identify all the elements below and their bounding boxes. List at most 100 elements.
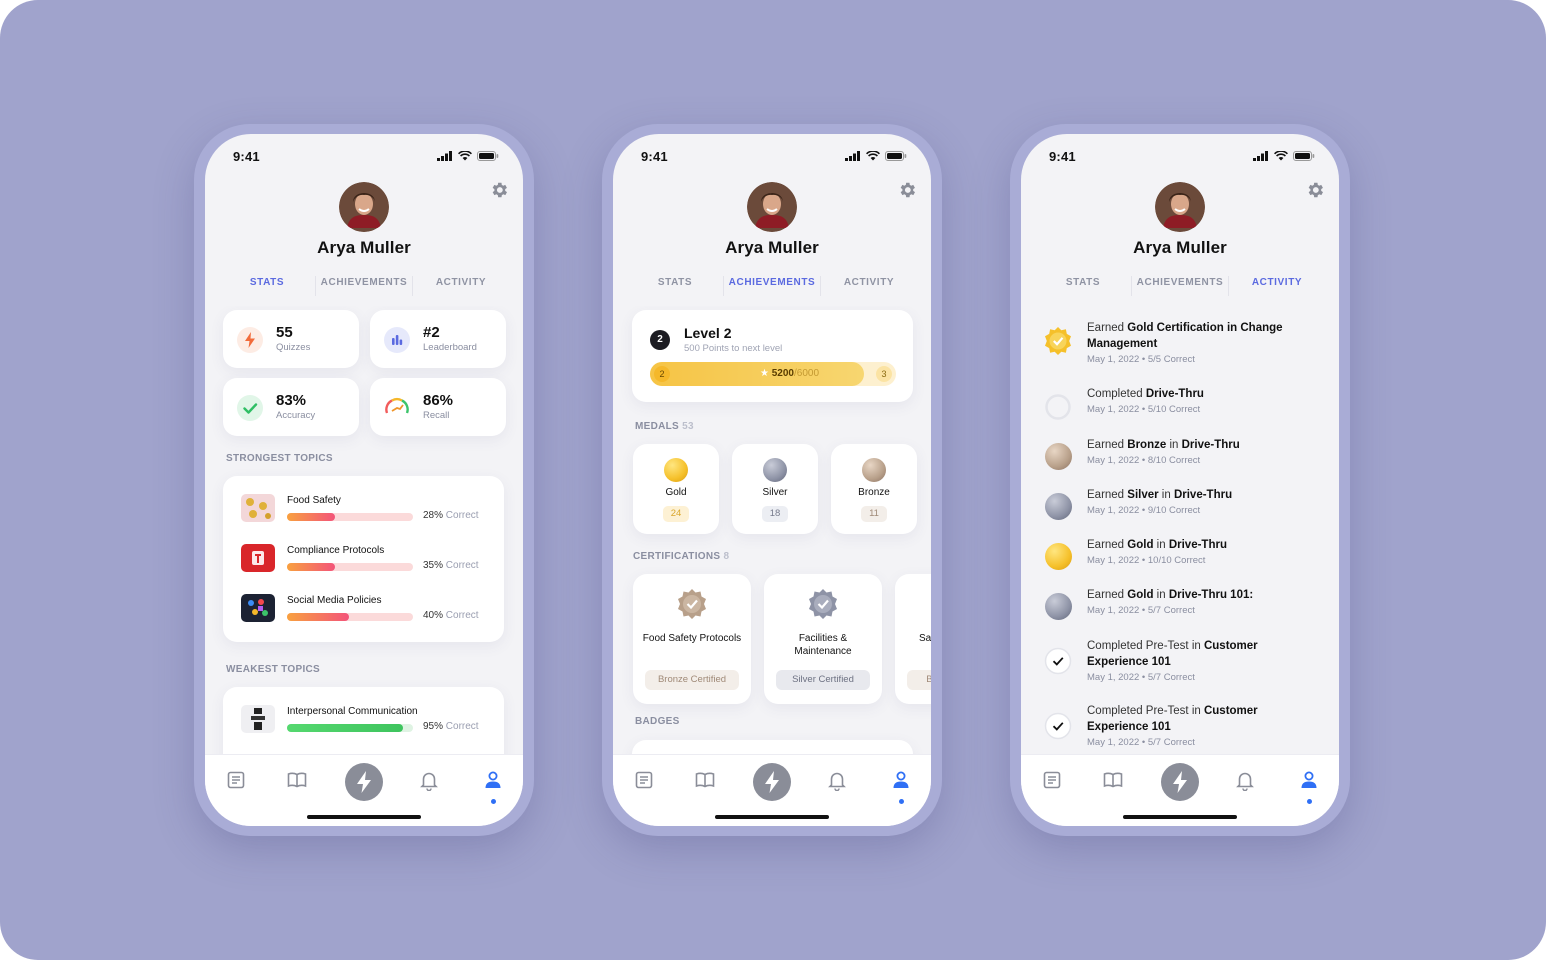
cert-card[interactable]: Food Safety Protocols Bronze Certified [633, 574, 751, 704]
gear-icon[interactable] [489, 180, 509, 200]
tab-achievements[interactable]: ACHIEVEMENTS [723, 276, 820, 296]
medal-card-bronze[interactable]: Bronze 11 [831, 444, 917, 534]
activity-title: Earned Bronze in Drive-Thru [1087, 437, 1317, 453]
title-prefix: Completed [1087, 388, 1146, 400]
weakest-topics-card: Interpersonal Communication 95% Correct [223, 687, 504, 754]
cert-badge: Bronze Certified [645, 670, 739, 690]
topic-progress-fill [287, 513, 335, 521]
topic-row[interactable]: Social Media Policies 40% Correct [241, 590, 487, 630]
medal-card-silver[interactable]: Silver 18 [732, 444, 818, 534]
section-title-medals: MEDALS 53 [635, 421, 694, 432]
signal-icon [437, 151, 452, 161]
tab-activity[interactable]: ACTIVITY [1228, 276, 1325, 296]
screen: 9:41 Arya Muller STATS ACHIEVEMENTS ACTI… [205, 134, 523, 826]
activity-item[interactable]: Earned Gold Certification in Change Mana… [1043, 320, 1323, 382]
silver-medal-icon [1045, 593, 1072, 620]
feed-icon[interactable] [225, 769, 247, 791]
book-icon[interactable] [286, 769, 308, 791]
topic-row[interactable]: Interpersonal Communication 95% Correct [241, 701, 487, 741]
percent-suffix: Correct [445, 510, 479, 521]
percent-suffix: Correct [445, 560, 479, 571]
medal-card-gold[interactable]: Gold 24 [633, 444, 719, 534]
status-time: 9:41 [641, 149, 668, 164]
cert-card[interactable]: Sa Bro [895, 574, 931, 704]
topic-percent: 35% Correct [423, 560, 479, 571]
cert-name: Food Safety Protocols [642, 633, 742, 644]
book-icon[interactable] [694, 769, 716, 791]
topic-name: Interpersonal Communication [287, 706, 418, 717]
activity-title: Completed Pre-Test in Customer Experienc… [1087, 703, 1317, 735]
profile-icon[interactable] [890, 769, 912, 791]
bronze-medal-icon [862, 458, 886, 482]
medal-name: Bronze [858, 487, 890, 498]
status-time: 9:41 [233, 149, 260, 164]
feed-icon[interactable] [1041, 769, 1063, 791]
stat-value: 86% [423, 392, 454, 409]
avatar[interactable] [1155, 182, 1205, 232]
quiz-bolt-button[interactable] [753, 763, 791, 801]
screen: 9:41 Arya Muller STATS ACHIEVEMENTS ACTI… [1021, 134, 1339, 826]
tab-achievements[interactable]: ACHIEVEMENTS [315, 276, 412, 296]
profile-icon[interactable] [1298, 769, 1320, 791]
stat-card-accuracy[interactable]: 83% Accuracy [223, 378, 359, 436]
activity-meta: May 1, 2022 • 9/10 Correct [1087, 505, 1201, 516]
topic-row[interactable]: Food Safety 28% Correct [241, 490, 487, 530]
activity-title: Earned Gold in Drive-Thru 101: [1087, 587, 1317, 603]
stat-label: Leaderboard [423, 342, 477, 353]
profile-tabs: STATS ACHIEVEMENTS ACTIVITY [627, 276, 917, 296]
medals-label: MEDALS [635, 421, 680, 432]
topic-percent: 95% Correct [423, 721, 479, 732]
tab-stats[interactable]: STATS [219, 276, 315, 296]
stat-value: 83% [276, 392, 307, 409]
signal-icon [1253, 151, 1268, 161]
section-title-badges: BADGES [635, 716, 680, 727]
check-icon [237, 395, 263, 421]
bell-icon[interactable] [1234, 769, 1256, 791]
check-circle-icon [1044, 647, 1072, 675]
avatar[interactable] [339, 182, 389, 232]
stat-card-leaderboard[interactable]: #2 Leaderboard [370, 310, 506, 368]
gear-icon[interactable] [897, 180, 917, 200]
strongest-topics-card: Food Safety 28% Correct Compliance Proto… [223, 476, 504, 642]
stat-card-recall[interactable]: 86% Recall [370, 378, 506, 436]
level-title: Level 2 [684, 325, 732, 341]
wifi-icon [866, 151, 880, 161]
feed-icon[interactable] [633, 769, 655, 791]
topic-name: Social Media Policies [287, 595, 382, 606]
level-card[interactable]: 2 Level 2 500 Points to next level 2 3 ★… [632, 310, 913, 402]
book-icon[interactable] [1102, 769, 1124, 791]
section-title-weakest: WEAKEST TOPICS [226, 664, 321, 675]
wifi-icon [1274, 151, 1288, 161]
activity-meta: May 1, 2022 • 10/10 Correct [1087, 555, 1206, 566]
profile-name: Arya Muller [1133, 238, 1227, 257]
activity-title: Earned Gold in Drive-Thru [1087, 537, 1317, 553]
activity-item[interactable]: Completed Pre-Test in Customer Experienc… [1043, 703, 1323, 754]
tab-activity[interactable]: ACTIVITY [412, 276, 509, 296]
avatar[interactable] [747, 182, 797, 232]
profile-icon[interactable] [482, 769, 504, 791]
quiz-bolt-button[interactable] [1161, 763, 1199, 801]
bell-icon[interactable] [418, 769, 440, 791]
active-indicator [1307, 799, 1312, 804]
tab-achievements[interactable]: ACHIEVEMENTS [1131, 276, 1228, 296]
stat-card-quizzes[interactable]: 55 Quizzes [223, 310, 359, 368]
points-total: /6000 [794, 368, 820, 379]
tab-stats[interactable]: STATS [1035, 276, 1131, 296]
activity-title: Completed Drive-Thru [1087, 386, 1317, 402]
battery-icon [477, 151, 499, 161]
topic-row[interactable]: Compliance Protocols 35% Correct [241, 540, 487, 580]
medal-count: 24 [663, 506, 689, 522]
title-prefix: Completed Pre-Test in [1087, 640, 1204, 652]
topic-percent: 28% Correct [423, 510, 479, 521]
gear-icon[interactable] [1305, 180, 1325, 200]
tab-activity[interactable]: ACTIVITY [820, 276, 917, 296]
activity-title: Earned Silver in Drive-Thru [1087, 487, 1317, 503]
quiz-bolt-button[interactable] [345, 763, 383, 801]
cert-card[interactable]: Facilities & Maintenance Silver Certifie… [764, 574, 882, 704]
phone-stats: 9:41 Arya Muller STATS ACHIEVEMENTS ACTI… [194, 124, 534, 836]
bronze-cert-icon [678, 589, 706, 619]
topic-thumbnail [241, 705, 275, 733]
bell-icon[interactable] [826, 769, 848, 791]
tab-stats[interactable]: STATS [627, 276, 723, 296]
activity-item[interactable]: Completed Pre-Test in Customer Experienc… [1043, 638, 1323, 700]
